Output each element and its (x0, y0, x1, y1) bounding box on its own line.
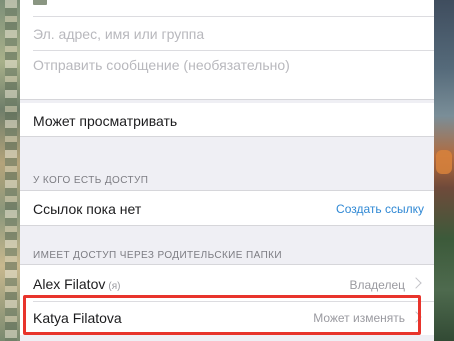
highlight-box (23, 295, 421, 335)
share-input-card: Эл. адрес, имя или группа Отправить сооб… (20, 0, 434, 100)
item-thumbnail (33, 0, 47, 5)
chevron-right-icon (410, 277, 422, 289)
permission-row[interactable]: Может просматривать (20, 103, 434, 136)
email-field[interactable]: Эл. адрес, имя или группа (33, 26, 204, 42)
create-link-button[interactable]: Создать ссылку (336, 202, 424, 216)
no-links-label: Ссылок пока нет (33, 201, 142, 217)
access-section-header: У КОГО ЕСТЬ ДОСТУП (33, 175, 149, 186)
member-self-tag: (я) (108, 281, 121, 292)
permission-label: Может просматривать (33, 113, 178, 129)
background-photo-right-detail (436, 150, 452, 174)
member-role: Владелец (349, 278, 405, 292)
parent-section-header: ИМЕЕТ ДОСТУП ЧЕРЕЗ РОДИТЕЛЬСКИЕ ПАПКИ (33, 250, 282, 261)
links-row: Ссылок пока нет Создать ссылку (20, 190, 434, 226)
background-photo-left-detail (5, 0, 17, 341)
member-name: Alex Filatov (я) (33, 276, 121, 292)
share-sheet: Эл. адрес, имя или группа Отправить сооб… (20, 0, 434, 341)
message-field[interactable]: Отправить сообщение (необязательно) (33, 57, 290, 73)
